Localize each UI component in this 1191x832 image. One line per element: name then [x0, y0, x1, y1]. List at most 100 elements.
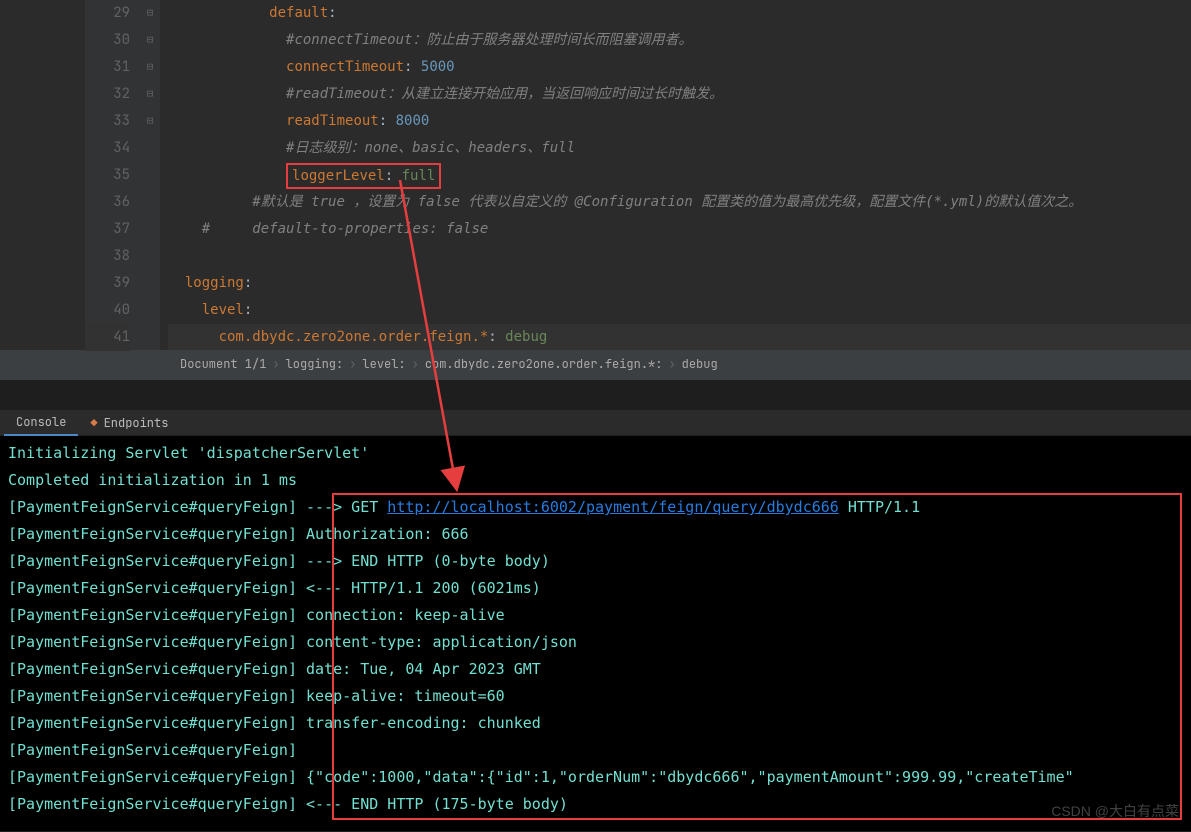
code-line[interactable]: connectTimeout: 5000	[168, 54, 1191, 81]
tab-label: Console	[16, 414, 66, 430]
tab-endpoints[interactable]: ◆ Endpoints	[78, 411, 180, 435]
console-line: [PaymentFeignService#queryFeign] date: T…	[8, 656, 1183, 683]
fold-marker[interactable]: ⊟	[140, 27, 160, 54]
code-token: level	[202, 302, 244, 318]
code-line[interactable]: #connectTimeout：防止由于服务器处理时间长而阻塞调用者。	[168, 27, 1191, 54]
line-number: 31	[85, 54, 130, 81]
tab-console[interactable]: Console	[4, 410, 78, 436]
breadcrumb-item[interactable]: com.dbydc.zero2one.order.feign.*:	[425, 356, 663, 372]
code-token: :	[404, 59, 421, 75]
breadcrumb-item[interactable]: Document 1/1	[180, 356, 266, 372]
code-token: :	[385, 168, 402, 184]
fold-marker[interactable]: ⊟	[140, 81, 160, 108]
breadcrumb-item[interactable]: logging:	[286, 356, 344, 372]
code-line[interactable]: default:	[168, 0, 1191, 27]
console-output[interactable]: Initializing Servlet 'dispatcherServlet'…	[0, 436, 1191, 831]
breadcrumb-separator: ›	[272, 356, 279, 372]
code-token: :	[328, 5, 336, 21]
console-line: [PaymentFeignService#queryFeign] ---> GE…	[8, 494, 1183, 521]
endpoints-icon: ◆	[90, 415, 97, 431]
breadcrumb-item[interactable]: debug	[682, 356, 718, 372]
log-text: connection: keep-alive	[306, 606, 505, 624]
code-line[interactable]: #readTimeout：从建立连接开始应用，当返回响应时间过长时触发。	[168, 81, 1191, 108]
console-line: Initializing Servlet 'dispatcherServlet'	[8, 440, 1183, 467]
breadcrumb[interactable]: Document 1/1 › logging: › level: › com.dbydc.z…	[0, 350, 1191, 380]
code-token: connectTimeout	[286, 59, 404, 75]
line-number: 38	[85, 243, 130, 270]
code-token: #readTimeout：从建立连接开始应用，当返回响应时间过长时触发。	[286, 86, 723, 102]
code-token: @Configuration	[575, 194, 693, 210]
service-tag: [PaymentFeignService#queryFeign]	[8, 498, 306, 516]
code-line[interactable]: loggerLevel: full	[168, 162, 1191, 189]
code-token: loggerLevel	[292, 168, 385, 184]
log-text: keep-alive: timeout=60	[306, 687, 505, 705]
highlight-box: loggerLevel: full	[286, 163, 441, 189]
line-number: 35	[85, 162, 130, 189]
code-token: :	[244, 275, 252, 291]
code-token: #	[202, 221, 210, 237]
breadcrumb-item[interactable]: level:	[362, 356, 405, 372]
console-line: [PaymentFeignService#queryFeign] <--- HT…	[8, 575, 1183, 602]
code-area[interactable]: default: #connectTimeout：防止由于服务器处理时间长而阻塞…	[160, 0, 1191, 350]
service-tag: [PaymentFeignService#queryFeign]	[8, 714, 306, 732]
fold-marker[interactable]: ⊟	[140, 108, 160, 135]
console-line: [PaymentFeignService#queryFeign] connect…	[8, 602, 1183, 629]
service-tag: [PaymentFeignService#queryFeign]	[8, 795, 306, 813]
code-token: com.dbydc.zero2one.order.feign.*	[219, 329, 489, 345]
line-number: 33	[85, 108, 130, 135]
tool-window-tabs: Console ◆ Endpoints	[0, 410, 1191, 436]
log-text: {"code":1000,"data":{"id":1,"orderNum":"…	[306, 768, 1074, 786]
console-line: Completed initialization in 1 ms	[8, 467, 1183, 494]
line-number: 39	[85, 270, 130, 297]
code-line[interactable]: com.dbydc.zero2one.order.feign.*: debug	[168, 324, 1191, 350]
code-line[interactable]: # default-to-properties: false	[168, 216, 1191, 243]
code-line[interactable]	[168, 243, 1191, 270]
gutter-margin	[0, 0, 85, 350]
log-text: date: Tue, 04 Apr 2023	[306, 660, 514, 678]
code-token: #connectTimeout：防止由于服务器处理时间长而阻塞调用者。	[286, 32, 692, 48]
code-token: readTimeout	[286, 113, 379, 129]
service-tag: [PaymentFeignService#queryFeign]	[8, 633, 306, 651]
service-tag: [PaymentFeignService#queryFeign]	[8, 768, 306, 786]
code-token: 配置类的值为最高优先级，配置文件(*.yml)的默认值次之。	[693, 194, 1082, 210]
log-text: ---> GET	[306, 498, 387, 516]
console-line: [PaymentFeignService#queryFeign] transfe…	[8, 710, 1183, 737]
code-token: debug	[505, 329, 547, 345]
log-text: Authorization: 666	[306, 525, 469, 543]
code-token: logging	[185, 275, 244, 291]
log-text: content-type: application/json	[306, 633, 577, 651]
log-text: GMT	[514, 660, 541, 678]
code-token: 5000	[421, 59, 455, 75]
console-line: [PaymentFeignService#queryFeign]	[8, 737, 1183, 764]
console-line: [PaymentFeignService#queryFeign] ---> EN…	[8, 548, 1183, 575]
code-token: default	[269, 5, 328, 21]
code-line[interactable]: readTimeout: 8000	[168, 108, 1191, 135]
line-number: 36	[85, 189, 130, 216]
breadcrumb-separator: ›	[668, 356, 675, 372]
log-text: <--- END HTTP (175-byte body)	[306, 795, 568, 813]
line-number: 37	[85, 216, 130, 243]
console-line: [PaymentFeignService#queryFeign] {"code"…	[8, 764, 1183, 791]
code-token: default-to-properties: false	[210, 221, 488, 237]
line-number: 34	[85, 135, 130, 162]
code-line[interactable]: level:	[168, 297, 1191, 324]
line-number-gutter: 29303132333435363738394041	[85, 0, 140, 350]
breadcrumb-separator: ›	[349, 356, 356, 372]
fold-gutter[interactable]: ⊟⊟⊟⊟⊟	[140, 0, 160, 350]
log-text: ---> END HTTP (0-byte body)	[306, 552, 550, 570]
url-link[interactable]: http://localhost:6002/payment/feign/quer…	[387, 498, 839, 516]
service-tag: [PaymentFeignService#queryFeign]	[8, 660, 306, 678]
fold-marker[interactable]: ⊟	[140, 54, 160, 81]
service-tag: [PaymentFeignService#queryFeign]	[8, 552, 306, 570]
code-token: :	[488, 329, 505, 345]
line-number: 30	[85, 27, 130, 54]
code-line[interactable]: #日志级别：none、basic、headers、full	[168, 135, 1191, 162]
code-line[interactable]: #默认是 true ，设置为 false 代表以自定义的 @Configurat…	[168, 189, 1191, 216]
code-token: :	[379, 113, 396, 129]
service-tag: [PaymentFeignService#queryFeign]	[8, 606, 306, 624]
fold-marker[interactable]: ⊟	[140, 0, 160, 27]
code-token: :	[244, 302, 252, 318]
code-token: true	[311, 194, 345, 210]
code-line[interactable]: logging:	[168, 270, 1191, 297]
log-text: transfer-encoding: chunked	[306, 714, 541, 732]
